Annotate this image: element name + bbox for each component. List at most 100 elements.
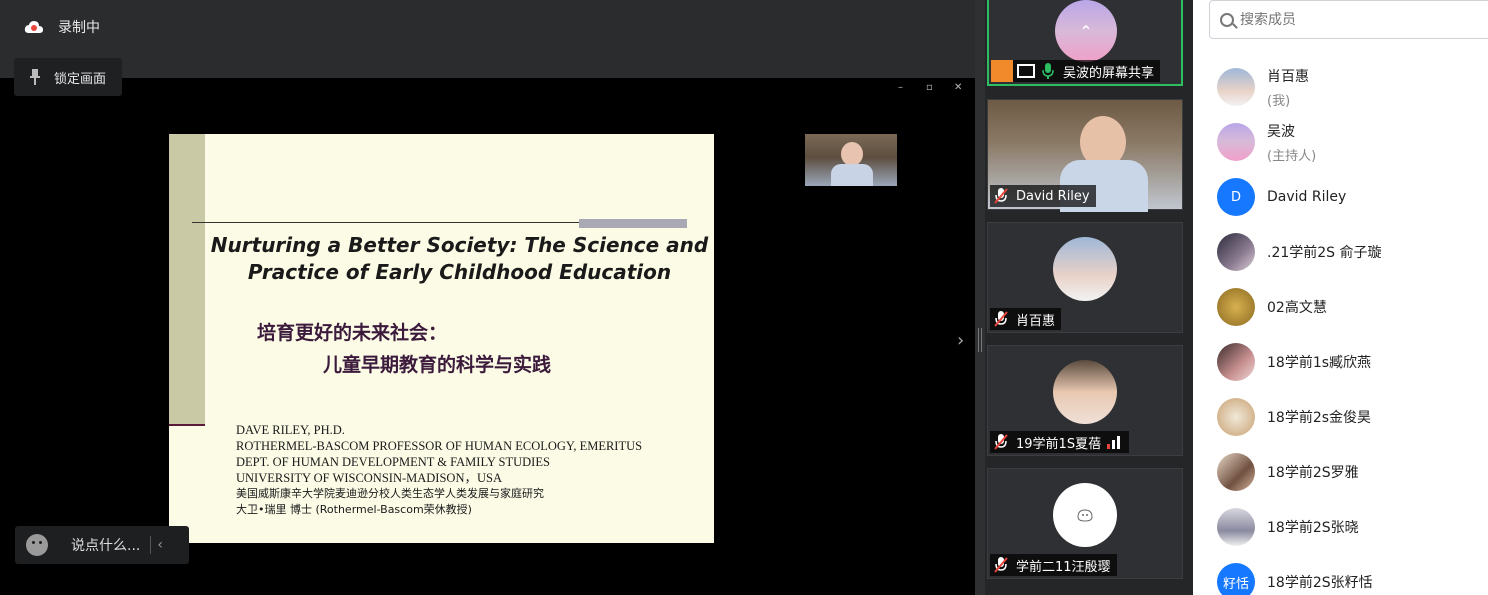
member-role: (主持人) [1267, 148, 1317, 164]
tile-name: 吴波的屏幕共享 [1063, 65, 1155, 81]
slide-title-line-2: Practice of Early Childhood Education [247, 260, 672, 284]
member-item[interactable]: D David Riley [1217, 177, 1346, 217]
pet-face-icon [1077, 509, 1093, 522]
avatar [1217, 343, 1255, 381]
member-search-input[interactable] [1240, 11, 1470, 28]
member-role: (我) [1267, 93, 1291, 109]
pip-person-body [831, 164, 873, 186]
member-name: .21学前2S 俞子璇 [1267, 245, 1382, 261]
tile-name: 学前二11汪殷璎 [1016, 559, 1111, 575]
avatar-initial: D [1230, 189, 1241, 205]
recording-indicator[interactable]: 录制中 [24, 16, 100, 38]
avatar [1053, 360, 1117, 424]
pip-person-head [841, 142, 863, 166]
microphone-muted-icon [994, 557, 1008, 573]
member-item[interactable]: .21学前2S 俞子璇 [1217, 232, 1382, 272]
video-tile-xiao-baihui[interactable]: 肖百惠 [987, 222, 1183, 333]
microphone-muted-icon [994, 434, 1008, 450]
lock-view-label: 锁定画面 [54, 71, 107, 87]
member-name: 18学前2S罗雅 [1267, 465, 1359, 481]
lock-view-button[interactable]: 锁定画面 [14, 58, 122, 96]
avatar [1217, 68, 1255, 106]
microphone-icon [1042, 63, 1054, 79]
video-tile-wang-yinying[interactable]: 学前二11汪殷璎 [987, 468, 1183, 579]
presenter-pip-video[interactable] [805, 134, 897, 186]
avatar [1217, 288, 1255, 326]
video-tile-xia-bei[interactable]: 19学前1S夏蓓 [987, 345, 1183, 456]
chat-input-bar[interactable]: 说点什么... ‹ [15, 526, 189, 564]
member-item[interactable]: 02高文慧 [1217, 287, 1327, 327]
member-name: 18学前2s金俊昊 [1267, 410, 1372, 426]
member-item[interactable]: 18学前2s金俊昊 [1217, 397, 1371, 437]
tile-nameplate: 19学前1S夏蓓 [990, 431, 1130, 453]
avatar [1053, 483, 1117, 547]
chevron-up-icon[interactable]: ⌃ [1055, 0, 1117, 62]
credit-line: ROTHERMEL-BASCOM PROFESSOR OF HUMAN ECOL… [236, 439, 643, 453]
tile-name: 19学前1S夏蓓 [1016, 436, 1102, 452]
credit-line: 大卫•瑞里 博士 (Rothermel-Bascom荣休教授) [236, 503, 472, 516]
minimize-icon[interactable]: – [898, 82, 903, 93]
meeting-window: 录制中 锁定画面 – ▫ ✕ Nurturing a Better Societ… [0, 0, 1488, 595]
slide-cn-title-1: 培育更好的未来社会： [257, 322, 448, 344]
slide-credits: DAVE RILEY, PH.D. ROTHERMEL-BASCOM PROFE… [236, 422, 642, 518]
close-icon[interactable]: ✕ [954, 82, 962, 93]
member-name: 18学前1s臧欣燕 [1267, 355, 1372, 371]
member-name: 02高文慧 [1267, 300, 1327, 316]
member-item[interactable]: 籽恬 18学前2S张籽恬 [1217, 562, 1373, 595]
member-item[interactable]: 肖百惠 (我) [1217, 67, 1309, 109]
slide-title: Nurturing a Better Society: The Science … [205, 232, 714, 286]
slide-title-line-1: Nurturing a Better Society: The Science … [210, 233, 709, 257]
chevron-left-icon[interactable]: ‹ [157, 537, 163, 553]
credit-line: DAVE RILEY, PH.D. [236, 423, 345, 437]
chat-placeholder[interactable]: 说点什么... [71, 535, 140, 555]
member-item[interactable]: 吴波 (主持人) [1217, 122, 1317, 164]
signal-strength-icon [1107, 436, 1121, 449]
avatar: ⌃ [1055, 0, 1117, 62]
search-icon [1220, 12, 1234, 27]
avatar [1053, 237, 1117, 301]
credit-line: UNIVERSITY OF WISCONSIN-MADISON，USA [236, 471, 502, 485]
tile-name: David Riley [1016, 188, 1090, 204]
credit-line: DEPT. OF HUMAN DEVELOPMENT & FAMILY STUD… [236, 455, 550, 469]
tile-nameplate: 学前二11汪殷璎 [990, 554, 1117, 576]
member-name: 肖百惠 [1267, 68, 1309, 85]
member-panel: 肖百惠 (我) 吴波 (主持人) D David Riley .21学前2S 俞子璇… [1193, 0, 1488, 595]
member-item[interactable]: 18学前2S张晓 [1217, 507, 1359, 547]
splitter-grip-icon[interactable] [978, 328, 982, 352]
member-search-box[interactable] [1209, 0, 1488, 39]
video-tile-column: ⌃ 吴波的屏幕共享 David Riley 肖百惠 19学前1S夏蓓 学前二11… [985, 0, 1193, 595]
chat-divider [150, 536, 152, 554]
slide-accent-bar [579, 219, 687, 228]
cloud-record-icon [24, 21, 43, 33]
video-tile-screen-share[interactable]: ⌃ 吴波的屏幕共享 [987, 0, 1183, 86]
recording-label: 录制中 [58, 20, 100, 36]
avatar: 籽恬 [1217, 563, 1255, 595]
panel-splitter[interactable] [975, 0, 985, 595]
member-item[interactable]: 18学前1s臧欣燕 [1217, 342, 1371, 382]
pin-icon [30, 69, 40, 85]
emoji-icon[interactable] [26, 534, 48, 556]
credit-line: 美国威斯康辛大学院麦迪逊分校人类生态学人类发展与家庭研究 [236, 487, 544, 500]
slide-band-line [169, 424, 205, 426]
presentation-slide: Nurturing a Better Society: The Science … [169, 134, 714, 543]
restore-icon[interactable]: ▫ [926, 82, 933, 93]
avatar [1217, 453, 1255, 491]
slide-side-band [169, 134, 205, 426]
microphone-muted-icon [994, 188, 1008, 204]
tile-nameplate: 肖百惠 [990, 308, 1062, 330]
tile-name: 肖百惠 [1016, 313, 1056, 329]
tile-nameplate: David Riley [990, 185, 1096, 207]
avatar [1217, 508, 1255, 546]
avatar: D [1217, 178, 1255, 216]
member-name: 18学前2S张晓 [1267, 520, 1359, 536]
person-icon [991, 60, 1013, 82]
tile-nameplate: 吴波的屏幕共享 [991, 60, 1161, 82]
member-name: David Riley [1267, 189, 1347, 205]
avatar [1217, 233, 1255, 271]
video-tile-david-riley[interactable]: David Riley [987, 99, 1183, 212]
chevron-right-icon[interactable]: › [957, 330, 964, 351]
avatar-initial: 籽恬 [1222, 576, 1249, 592]
avatar [1217, 398, 1255, 436]
member-name: 18学前2S张籽恬 [1267, 575, 1373, 591]
member-item[interactable]: 18学前2S罗雅 [1217, 452, 1359, 492]
